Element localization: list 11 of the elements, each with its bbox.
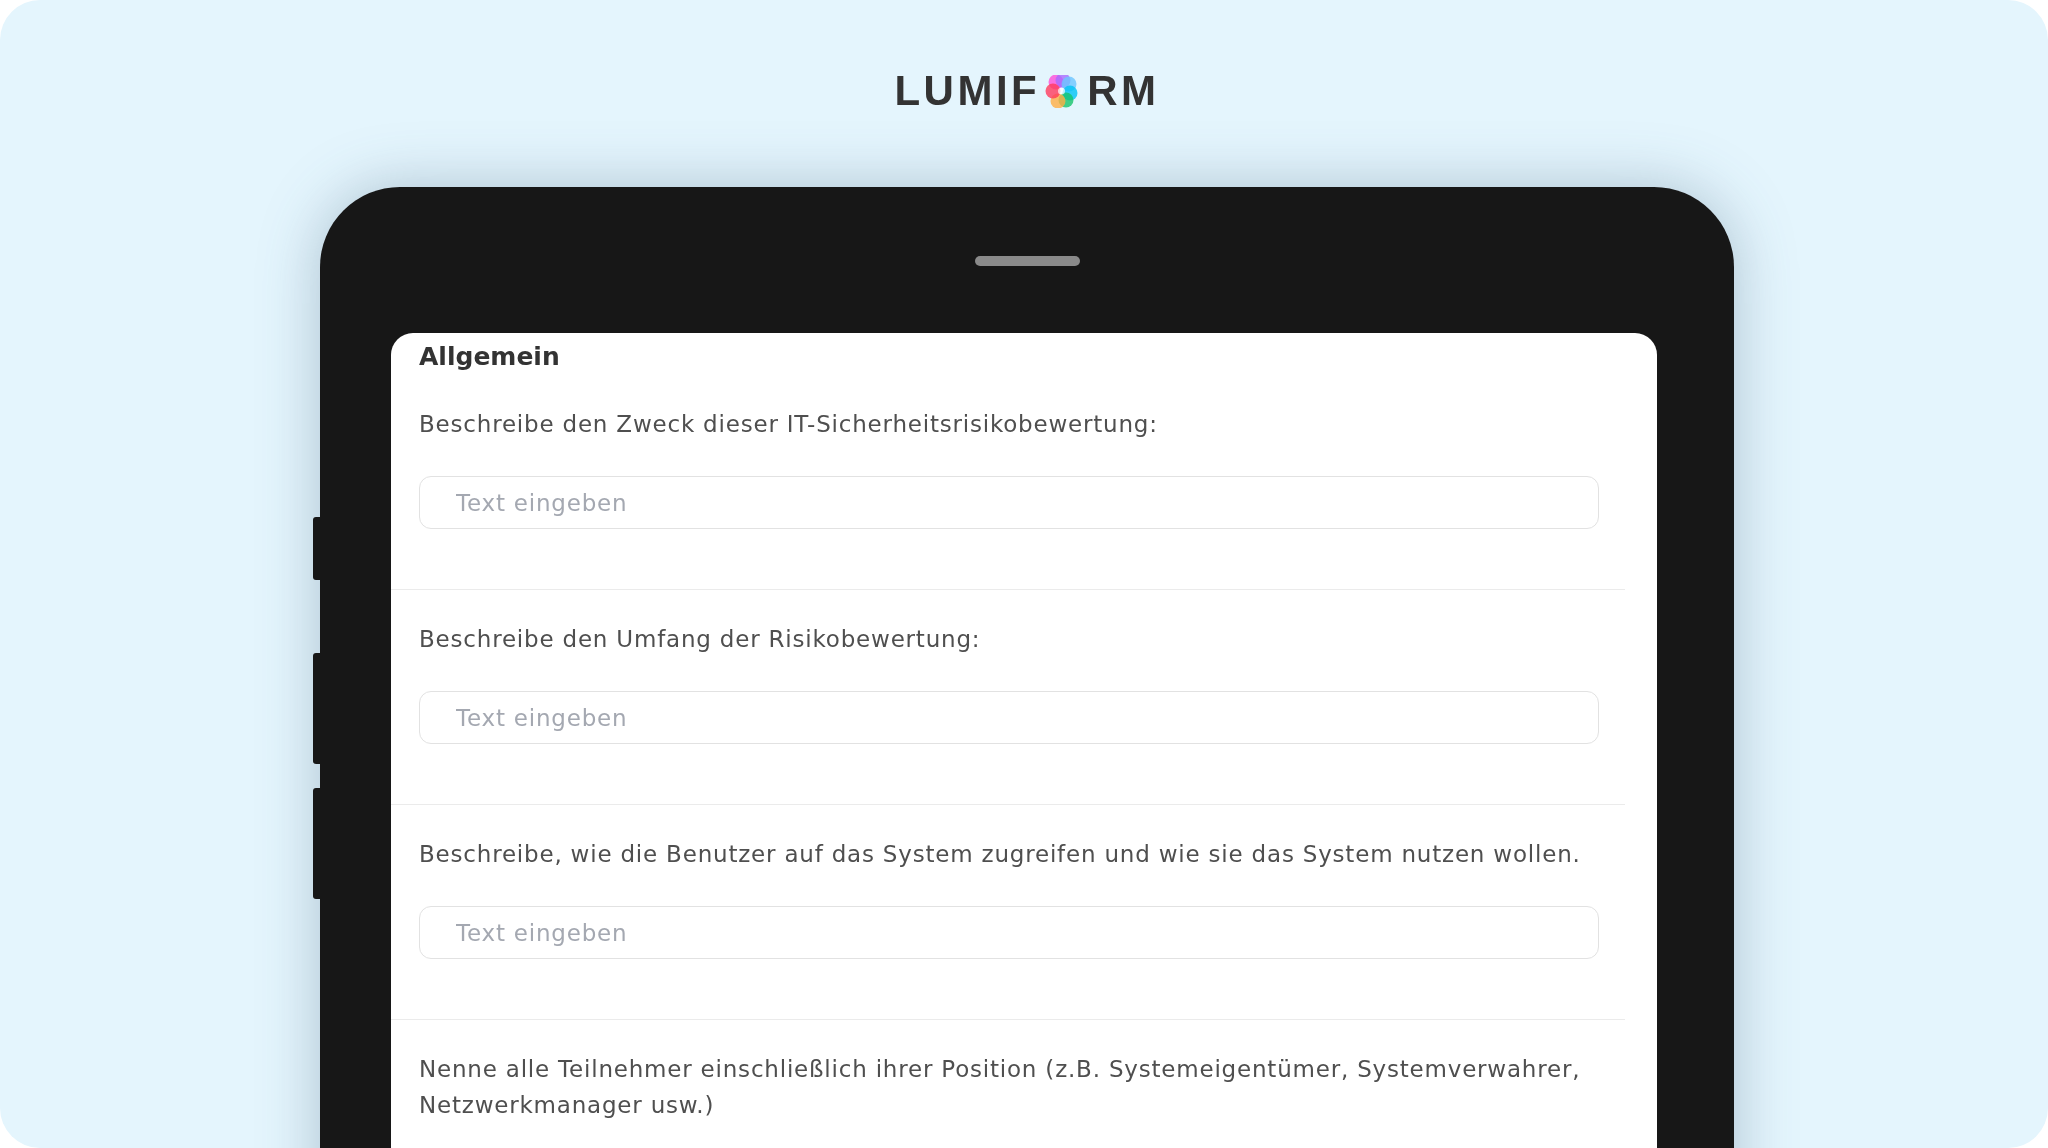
logo-text: RM <box>1087 73 1160 109</box>
question-label: Nenne alle Teilnehmer einschließlich ihrer Position (z.B. Systemeigentümer, Systemverwahrer, Netzwerkmanager usw.) <box>419 1055 1582 1120</box>
logo-text: LUMIF <box>894 73 1041 109</box>
question-label: Beschreibe den Umfang der Risikobewertung: <box>419 625 982 654</box>
question-label: Beschreibe, wie die Benutzer auf das System zugreifen und wie sie das System nutzen wollen. <box>419 840 1582 869</box>
flower-icon <box>1045 74 1079 108</box>
question-label: Beschreibe den Zweck dieser IT-Sicherheitsrisikobewertung: <box>419 410 1159 439</box>
text-input[interactable]: Text eingeben <box>419 906 1599 959</box>
section-title: Allgemein <box>419 341 560 373</box>
text-input[interactable]: Text eingeben <box>419 476 1599 529</box>
text-input[interactable]: Text eingeben <box>419 691 1599 744</box>
